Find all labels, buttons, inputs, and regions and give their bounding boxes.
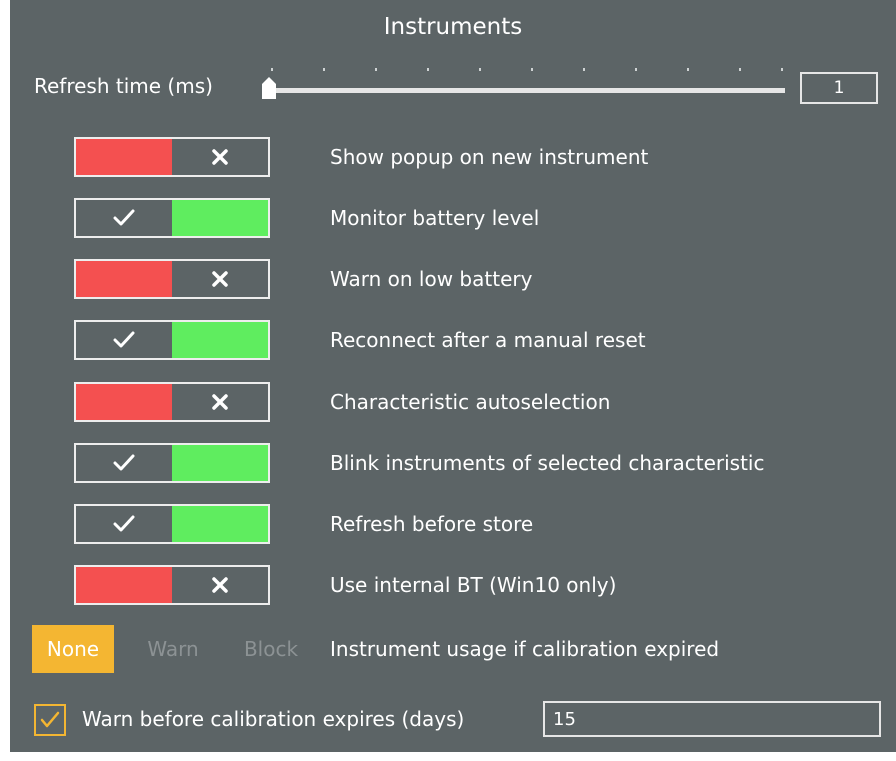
refresh-time-label: Refresh time (ms) (34, 74, 213, 98)
refresh-time-value[interactable]: 1 (800, 72, 878, 104)
instruments-panel: Instruments Refresh time (ms) 1 Show pop… (10, 0, 896, 752)
toggle-off-indicator (76, 261, 172, 297)
toggle-x-area (172, 567, 268, 603)
refresh-time-slider[interactable] (262, 60, 785, 106)
toggle-characteristic-autoselection[interactable] (74, 382, 270, 422)
toggle-show-popup[interactable] (74, 137, 270, 177)
toggle-check-area (76, 200, 172, 236)
slider-tick (375, 68, 377, 71)
warn-before-expiry-checkbox[interactable] (34, 704, 66, 736)
setting-label-characteristic-autoselection: Characteristic autoselection (330, 390, 611, 414)
toggle-off-indicator (76, 567, 172, 603)
toggle-x-area (172, 139, 268, 175)
toggle-on-indicator (172, 445, 268, 481)
calibration-mode-block-button[interactable]: Block (232, 625, 310, 673)
slider-tick (781, 68, 783, 71)
setting-label-monitor-battery: Monitor battery level (330, 206, 540, 230)
slider-tick (739, 68, 741, 71)
calibration-mode-none-button[interactable]: None (32, 625, 114, 673)
toggle-check-area (76, 506, 172, 542)
x-icon (212, 577, 228, 593)
x-icon (212, 394, 228, 410)
toggle-warn-low-battery[interactable] (74, 259, 270, 299)
check-icon (113, 515, 135, 532)
toggle-blink-instruments[interactable] (74, 443, 270, 483)
toggle-check-area (76, 445, 172, 481)
toggle-on-indicator (172, 506, 268, 542)
slider-tick (427, 68, 429, 71)
x-icon (212, 149, 228, 165)
slider-tick (531, 68, 533, 71)
slider-tick (583, 68, 585, 71)
setting-label-warn-low-battery: Warn on low battery (330, 267, 533, 291)
setting-label-reconnect-after-reset: Reconnect after a manual reset (330, 328, 646, 352)
toggle-reconnect-after-reset[interactable] (74, 320, 270, 360)
toggle-off-indicator (76, 139, 172, 175)
setting-label-refresh-before-store: Refresh before store (330, 512, 534, 536)
calibration-usage-label: Instrument usage if calibration expired (330, 637, 720, 661)
warn-days-input[interactable] (543, 701, 881, 737)
check-icon (40, 711, 60, 728)
toggle-on-indicator (172, 322, 268, 358)
slider-track (269, 88, 785, 93)
check-icon (113, 454, 135, 471)
toggle-x-area (172, 261, 268, 297)
setting-label-blink-instruments: Blink instruments of selected characteri… (330, 451, 765, 475)
panel-title: Instruments (383, 14, 523, 40)
setting-label-use-internal-bt: Use internal BT (Win10 only) (330, 573, 617, 597)
toggle-check-area (76, 322, 172, 358)
toggle-on-indicator (172, 200, 268, 236)
toggle-use-internal-bt[interactable] (74, 565, 270, 605)
calibration-mode-warn-button[interactable]: Warn (136, 625, 210, 673)
slider-tick (271, 68, 273, 71)
check-icon (113, 209, 135, 226)
toggle-monitor-battery[interactable] (74, 198, 270, 238)
setting-label-show-popup: Show popup on new instrument (330, 145, 649, 169)
toggle-x-area (172, 384, 268, 420)
toggle-refresh-before-store[interactable] (74, 504, 270, 544)
slider-tick (479, 68, 481, 71)
warn-before-expiry-label: Warn before calibration expires (days) (82, 707, 465, 731)
x-icon (212, 271, 228, 287)
toggle-off-indicator (76, 384, 172, 420)
slider-tick (635, 68, 637, 71)
check-icon (113, 331, 135, 348)
slider-tick (323, 68, 325, 71)
slider-thumb-icon[interactable] (262, 77, 276, 99)
slider-tick (687, 68, 689, 71)
